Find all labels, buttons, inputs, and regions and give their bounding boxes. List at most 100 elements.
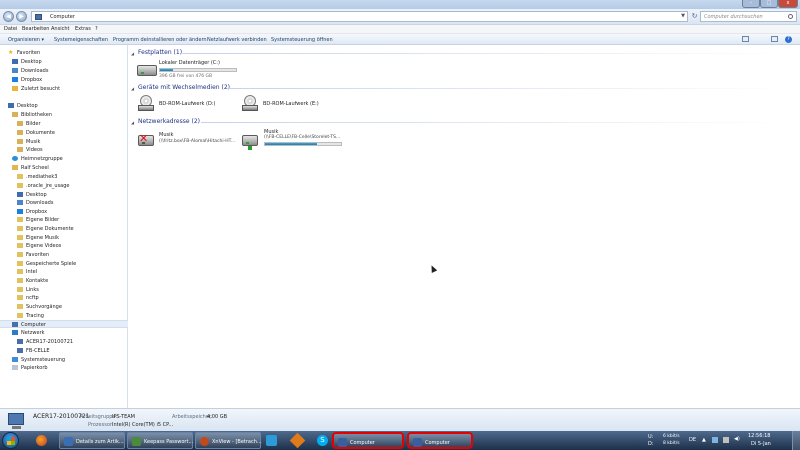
star-icon: ★: [8, 49, 14, 56]
taskbar-button-browser[interactable]: Details zum Artik...: [59, 432, 125, 449]
group-removable[interactable]: Geräte mit Wechselmedien (2): [138, 84, 230, 91]
app-icon[interactable]: [266, 435, 277, 446]
collapse-icon[interactable]: ◢: [131, 51, 134, 56]
videos-icon: [17, 147, 23, 152]
content-pane[interactable]: ◢ Festplatten (1) Lokaler Datenträger (C…: [129, 45, 800, 408]
skype-icon[interactable]: S: [317, 435, 328, 446]
collapse-icon[interactable]: ◢: [131, 120, 134, 125]
windows-logo-icon: [7, 437, 15, 445]
language-indicator[interactable]: DE: [689, 437, 696, 443]
computer-icon: [413, 438, 422, 447]
chevron-down-icon[interactable]: ▼: [681, 13, 685, 19]
help-icon[interactable]: ?: [785, 36, 792, 43]
workgroup-value: IPS-TEAM: [112, 414, 135, 420]
tray-icon[interactable]: [723, 437, 729, 443]
open-control-panel-button[interactable]: Systemsteuerung öffnen: [271, 37, 333, 43]
firefox-icon[interactable]: [36, 435, 47, 446]
nav-computer[interactable]: Computer: [0, 320, 128, 328]
search-input[interactable]: Computer durchsuchen: [700, 11, 797, 22]
net-download-label: D:: [648, 441, 654, 447]
refresh-icon[interactable]: ↻: [690, 12, 699, 21]
computer-icon: [8, 413, 24, 429]
uninstall-program-button[interactable]: Programm deinstallieren oder ändern: [113, 37, 207, 43]
back-arrow-icon[interactable]: ◀: [3, 11, 14, 22]
network-drive-2-usage-bar: [264, 142, 342, 146]
folder-icon: [17, 295, 23, 300]
taskbar-button-computer[interactable]: Computer: [407, 432, 473, 449]
details-pane: ACER17-20100721 Arbeitsgruppe: IPS-TEAM …: [0, 408, 800, 431]
navigation-pane[interactable]: ★ Favoriten Desktop Downloads Dropbox Zul…: [0, 45, 128, 408]
computer-icon: [35, 14, 42, 20]
system-properties-button[interactable]: Systemeigenschaften: [54, 37, 108, 43]
disconnected-x-icon: ✕: [139, 132, 149, 145]
network-drive-2-path: (\\FB-CELLE\FB-Celle\Storelet-TS...: [264, 135, 341, 140]
minimize-button[interactable]: –: [742, 0, 760, 8]
clock-date[interactable]: Di 5-Jan: [751, 441, 771, 447]
close-button[interactable]: x: [778, 0, 798, 8]
folder-icon: [17, 313, 23, 318]
dropbox-icon: [17, 209, 23, 214]
clock-time[interactable]: 12:56:18: [748, 433, 770, 439]
folder-icon: [17, 174, 23, 179]
preview-pane-icon[interactable]: [771, 36, 778, 42]
drive-c-label: Lokaler Datenträger (C:): [159, 60, 220, 66]
computer-icon: [17, 339, 23, 344]
folder-icon: [17, 278, 23, 283]
bd-rom-icon: [138, 95, 154, 111]
drive-e-tile[interactable]: BD-ROM-Laufwerk (E:): [242, 95, 332, 113]
tray-icon[interactable]: ▲: [702, 437, 706, 443]
folder-icon: [17, 217, 23, 222]
xnview-icon: [200, 437, 209, 446]
menu-bar: Datei Bearbeiten Ansicht Extras ?: [0, 25, 800, 34]
group-network[interactable]: Netzwerkadresse (2): [138, 118, 200, 125]
search-folder-icon: [17, 304, 23, 309]
drive-d-label: BD-ROM-Laufwerk (D:): [159, 101, 216, 107]
collapse-icon[interactable]: ◢: [131, 86, 134, 91]
view-options-icon[interactable]: [742, 36, 749, 42]
net-upload-label: U:: [648, 434, 654, 440]
folder-icon: [17, 269, 23, 274]
address-field[interactable]: Computer ▼: [31, 11, 688, 22]
taskbar-button-xnview[interactable]: XnView - [Betrach...: [195, 432, 262, 449]
tray-icon[interactable]: [712, 437, 718, 443]
start-button[interactable]: [2, 432, 19, 449]
network-drive-1-tile[interactable]: ✕ Musik (\\fritz.box\FB-Alomal\Hitachi-H…: [138, 130, 253, 150]
network-drive-1-path: (\\fritz.box\FB-Alomal\Hitachi-HT...: [159, 139, 236, 144]
folder-icon: [17, 287, 23, 292]
drive-d-tile[interactable]: BD-ROM-Laufwerk (D:): [138, 95, 228, 113]
window-title-bar[interactable]: – □ x: [0, 0, 800, 9]
menu-edit[interactable]: Bearbeiten: [22, 26, 49, 32]
maximize-button[interactable]: □: [760, 0, 778, 8]
drive-c-free: 396 GB frei von 476 GB: [159, 74, 213, 79]
taskbar: Details zum Artik... Keepass Passwort...…: [0, 431, 800, 450]
taskbar-button-computer[interactable]: Computer: [332, 432, 404, 449]
drive-c-usage-bar: [159, 68, 237, 72]
menu-file[interactable]: Datei: [4, 26, 17, 32]
folder-icon: [17, 235, 23, 240]
search-icon[interactable]: [788, 14, 793, 19]
computer-icon: [12, 322, 18, 327]
organize-button[interactable]: Organisieren ▾: [8, 37, 44, 43]
taskbar-button-keepass[interactable]: Keepass Passwort...: [127, 432, 193, 449]
forward-arrow-icon[interactable]: ▶: [16, 11, 27, 22]
address-path: Computer: [50, 14, 75, 20]
user-folder-icon: [12, 165, 18, 170]
menu-tools[interactable]: Extras: [75, 26, 91, 32]
recent-places-icon: [12, 86, 18, 91]
network-icon: [12, 330, 18, 335]
dropbox-icon: [12, 77, 18, 82]
volume-icon[interactable]: ◀): [734, 436, 740, 442]
network-drive-2-tile[interactable]: Musik (\\FB-CELLE\FB-Celle\Storelet-TS..…: [242, 129, 352, 151]
show-desktop-button[interactable]: [792, 431, 800, 450]
menu-view[interactable]: Ansicht: [51, 26, 69, 32]
map-network-drive-button[interactable]: Netzlaufwerk verbinden: [207, 37, 267, 43]
menu-help[interactable]: ?: [95, 26, 98, 32]
net-upload-rate: 6 kbit/s: [663, 434, 680, 439]
documents-icon: [17, 130, 23, 135]
control-panel-icon: [12, 357, 18, 362]
group-hard-drives[interactable]: Festplatten (1): [138, 49, 182, 56]
app-icon[interactable]: [289, 432, 306, 449]
drive-c-tile[interactable]: Lokaler Datenträger (C:) 396 GB frei von…: [137, 59, 247, 81]
folder-icon: [17, 183, 23, 188]
recycle-bin-icon: [12, 365, 18, 370]
